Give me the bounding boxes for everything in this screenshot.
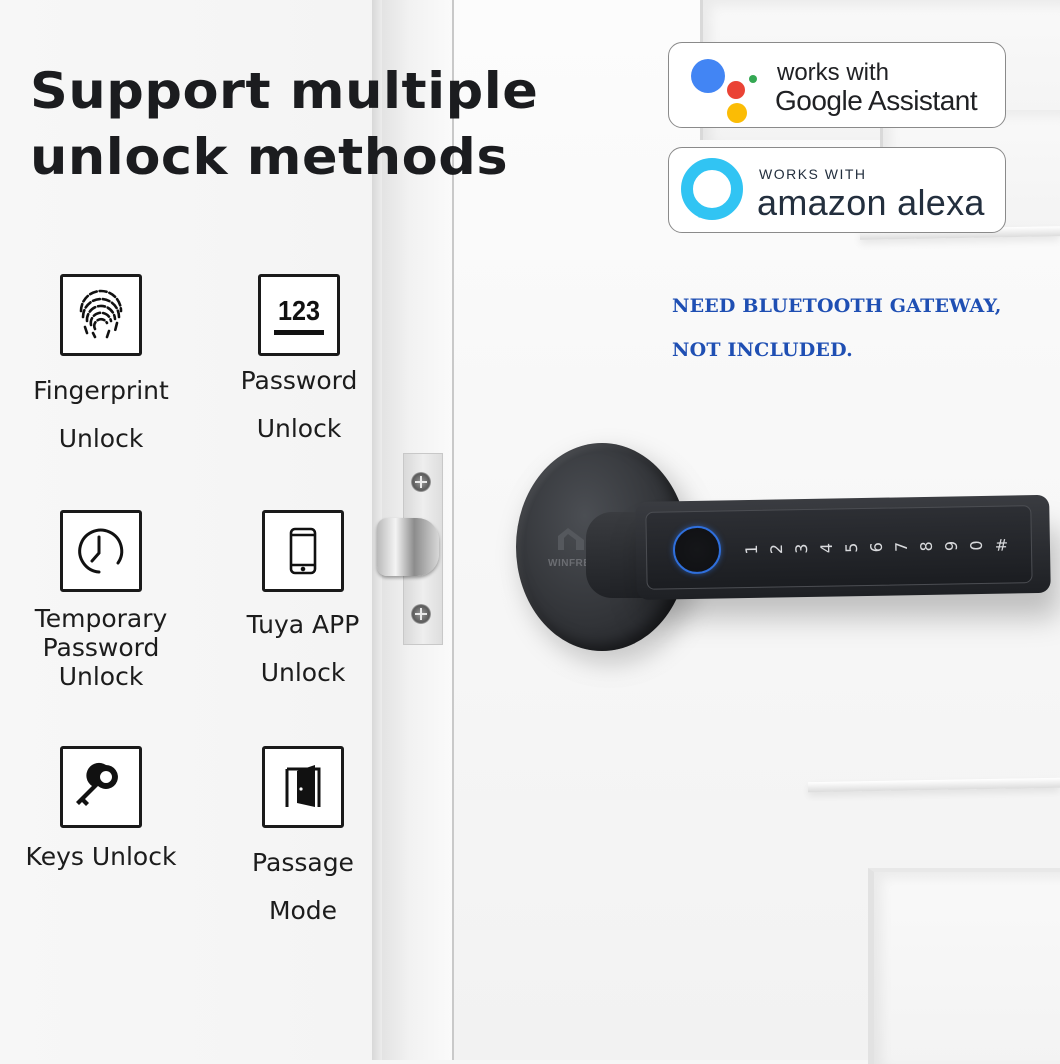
feature-label: Temporary Password Unlock bbox=[34, 604, 168, 691]
password-123-icon: 123 bbox=[258, 274, 340, 356]
icon-text: 123 bbox=[277, 294, 321, 326]
feature-label: Passage Mode bbox=[252, 848, 354, 925]
brand-logo-icon bbox=[558, 528, 584, 550]
clock-icon bbox=[60, 510, 142, 592]
keypad-key: 2 bbox=[766, 543, 787, 554]
keypad-key: 5 bbox=[841, 541, 862, 553]
open-door-icon bbox=[262, 746, 344, 828]
page-title: Support multiple unlock methods bbox=[30, 58, 538, 190]
keypad-key-hash: # bbox=[994, 535, 1009, 555]
fingerprint-sensor bbox=[672, 525, 722, 575]
fingerprint-icon bbox=[60, 274, 142, 356]
gateway-notice: NEED BLUETOOTH GATEWAY, NOT INCLUDED. bbox=[672, 295, 1002, 361]
feature-label: Keys Unlock bbox=[25, 842, 177, 871]
google-dot-red bbox=[727, 81, 745, 99]
feature-temporary-password-unlock: Temporary Password Unlock bbox=[6, 510, 196, 691]
feature-fingerprint-unlock: Fingerprint Unlock bbox=[6, 274, 196, 454]
feature-tuya-app-unlock: Tuya APP Unlock bbox=[208, 510, 398, 688]
feature-label: Fingerprint Unlock bbox=[33, 376, 169, 453]
keypad-key: 4 bbox=[816, 542, 837, 553]
door-panel-bottom bbox=[868, 868, 1060, 1064]
amazon-alexa-badge: WORKS WITH amazon alexa bbox=[668, 147, 1006, 233]
google-assistant-logo-icon bbox=[691, 59, 725, 93]
keypad-key: 6 bbox=[866, 541, 887, 553]
key-icon bbox=[60, 746, 142, 828]
keypad-key: 0 bbox=[966, 539, 987, 551]
feature-passage-mode: Passage Mode bbox=[208, 746, 398, 926]
badge-product-name: amazon alexa bbox=[757, 182, 985, 223]
screw-icon bbox=[411, 472, 431, 492]
title-line-2: unlock methods bbox=[30, 128, 509, 186]
smart-lock-lever: 1 2 3 4 5 6 7 8 9 0 # bbox=[635, 494, 1051, 600]
feature-keys-unlock: Keys Unlock bbox=[6, 746, 196, 872]
smartphone-icon bbox=[262, 510, 344, 592]
badge-caption: WORKS WITH bbox=[759, 166, 867, 182]
screw-icon bbox=[411, 604, 431, 624]
keypad-key: 1 bbox=[741, 543, 762, 555]
keypad-key: 7 bbox=[891, 541, 912, 552]
google-dot-yellow bbox=[727, 103, 747, 123]
keypad-key: 3 bbox=[791, 542, 812, 554]
feature-password-unlock: 123 Password Unlock bbox=[204, 274, 394, 444]
feature-label: Password Unlock bbox=[240, 366, 358, 443]
keypad-key: 8 bbox=[916, 540, 937, 552]
feature-label: Tuya APP Unlock bbox=[246, 610, 360, 687]
badge-product-name: Google Assistant bbox=[775, 85, 978, 116]
underline-bar bbox=[274, 329, 324, 335]
title-line-1: Support multiple bbox=[30, 62, 539, 120]
google-dot-green bbox=[749, 75, 757, 83]
badge-caption: works with bbox=[777, 59, 890, 86]
keypad: 1 2 3 4 5 6 7 8 9 0 # bbox=[645, 505, 1033, 590]
google-assistant-badge: works with Google Assistant bbox=[668, 42, 1006, 128]
keypad-key: 9 bbox=[941, 540, 962, 551]
alexa-logo-icon bbox=[681, 158, 743, 220]
